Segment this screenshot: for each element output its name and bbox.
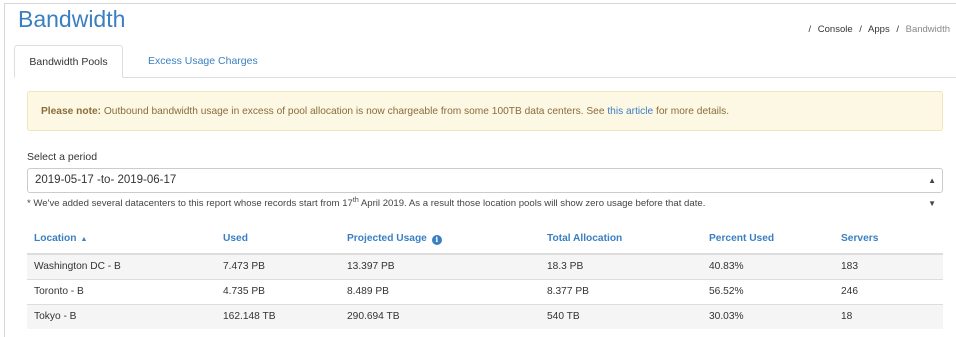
cell-percent: 40.83% [702,253,834,279]
table-row: Toronto - B 4.735 PB 8.489 PB 8.377 PB 5… [27,278,943,304]
header-percent-used[interactable]: Percent Used [702,224,834,255]
breadcrumb-separator: / [896,24,899,35]
cell-total: 18.3 PB [540,253,702,279]
header-servers[interactable]: Servers [834,224,943,255]
cell-projected: 8.489 PB [340,278,540,304]
cell-projected: 13.397 PB [340,253,540,279]
breadcrumb-item-apps[interactable]: Apps [868,24,890,35]
footnote-before: * We've added several datacenters to thi… [27,198,353,209]
cell-location: Tokyo - B [27,303,216,329]
cell-location: Washington DC - B [27,253,216,279]
this-article-link[interactable]: this article [607,106,653,117]
cell-location: Toronto - B [27,278,216,304]
cell-servers: 183 [834,253,943,279]
alert-prefix: Please note: [41,106,102,117]
cell-used: 7.473 PB [216,253,340,279]
breadcrumb-separator: / [808,24,812,35]
bandwidth-pools-table: Location ▲ Used Projected Usage i Total Al… [27,224,943,329]
info-icon[interactable]: i [431,234,442,245]
cell-used: 162.148 TB [216,303,340,329]
sort-asc-icon: ▲ [80,236,88,243]
cell-percent: 30.03% [702,303,834,329]
page-title: Bandwidth [18,6,126,32]
period-selected-value: 2019-05-17 -to- 2019-06-17 [35,174,177,186]
breadcrumb-item-console[interactable]: Console [818,24,853,35]
alert-text: Outbound bandwidth usage in excess of po… [101,106,608,117]
cell-total: 540 TB [540,303,702,329]
header-location[interactable]: Location ▲ [27,224,216,255]
datacenter-footnote: * We've added several datacenters to thi… [27,197,706,209]
select-caret-icon: ▲ ▼ [928,176,936,208]
table-row: Tokyo - B 162.148 TB 290.694 TB 540 TB 3… [27,303,943,329]
table-header-row: Location ▲ Used Projected Usage i Total Al… [27,224,943,255]
cell-servers: 246 [834,278,943,304]
table-row: Washington DC - B 7.473 PB 13.397 PB 18.… [27,253,943,279]
breadcrumb-separator: / [859,24,862,35]
header-total-allocation[interactable]: Total Allocation [540,224,702,255]
cell-used: 4.735 PB [216,278,340,304]
cell-percent: 56.52% [702,278,834,304]
breadcrumb-item-bandwidth: Bandwidth [905,24,950,35]
tab-bandwidth-pools[interactable]: Bandwidth Pools [14,45,123,78]
alert-suffix: for more details. [653,106,730,117]
tab-bar: Bandwidth Pools Excess Usage Charges [14,45,956,78]
tab-excess-usage-charges[interactable]: Excess Usage Charges [136,45,270,78]
header-location-label: Location [34,233,77,244]
notice-alert: Please note: Outbound bandwidth usage in… [27,91,943,131]
breadcrumb: / Console / Apps / Bandwidth [809,24,951,35]
header-projected-label: Projected Usage [347,232,427,244]
footnote-after: April 2019. As a result those location p… [358,198,706,209]
cell-servers: 18 [834,303,943,329]
period-label: Select a period [27,151,98,163]
period-select[interactable]: 2019-05-17 -to- 2019-06-17 ▲ ▼ [27,168,943,208]
cell-projected: 290.694 TB [340,303,540,329]
header-projected-usage[interactable]: Projected Usage i [340,224,540,255]
cell-total: 8.377 PB [540,278,702,304]
header-used[interactable]: Used [216,224,340,255]
